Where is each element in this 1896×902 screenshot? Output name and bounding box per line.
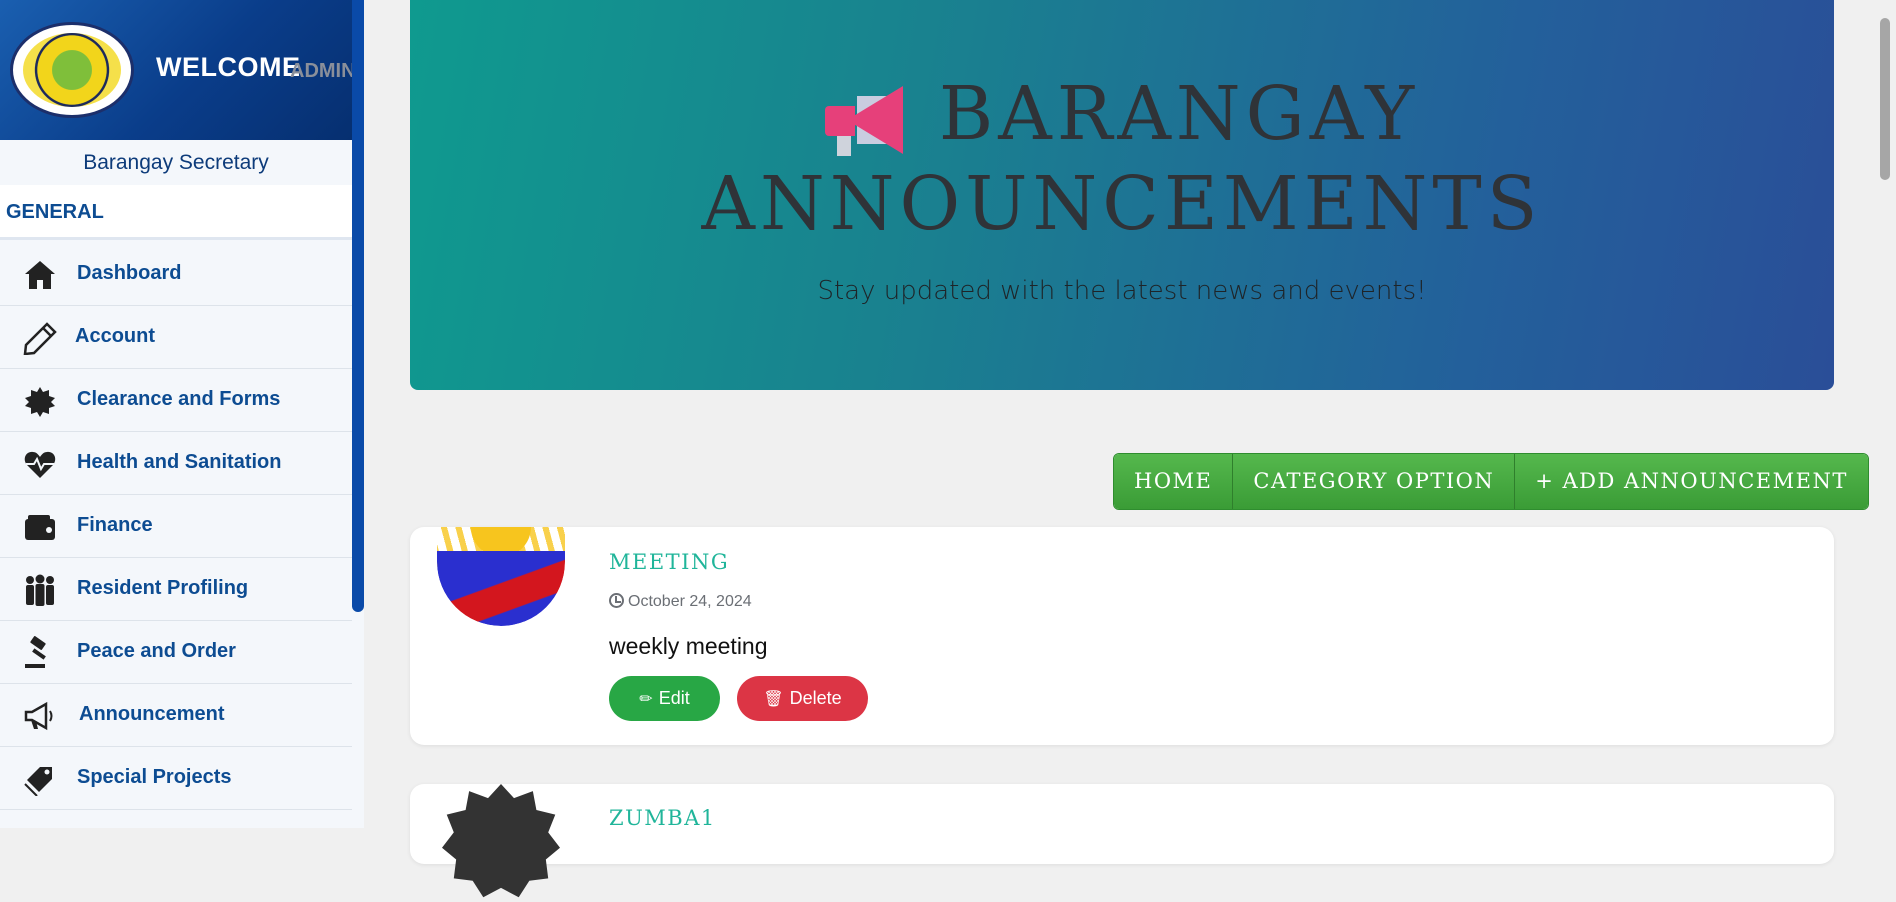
announcement-card: ZUMBA1 [410,784,1834,898]
home-button[interactable]: HOME [1114,454,1234,509]
add-announcement-button[interactable]: + ADD ANNOUNCEMENT [1515,454,1868,509]
barangay-seal-logo [10,22,134,118]
seal-logo [434,784,564,898]
wallet-icon [22,510,58,544]
sidebar-item-announcement[interactable]: Announcement [0,684,352,747]
edit-button[interactable]: ✏ Edit [609,676,720,721]
sidebar-header: WELCOME ADMIN [0,0,356,140]
sidebar-item-clearance-and-forms[interactable]: Clearance and Forms [0,369,352,432]
tags-icon [22,762,58,797]
gavel-icon [22,636,58,670]
megaphone-icon [824,80,909,160]
page-title: BARANGAY ANNOUNCEMENTS [701,71,1543,247]
sidebar-item-resident-profiling[interactable]: Resident Profiling [0,558,352,621]
category-option-button[interactable]: CATEGORY OPTION [1233,454,1516,509]
sidebar-item-finance[interactable]: Finance [0,495,352,558]
badge-icon [22,384,58,418]
sidebar-scrollbar[interactable] [352,0,364,612]
user-role: Barangay Secretary [83,151,269,174]
heart-pulse-icon [22,447,58,481]
sidebar-nav: Dashboard Account Clearance and Forms He… [0,243,352,810]
section-heading-general: GENERAL [0,185,352,240]
page-scrollbar-thumb[interactable] [1880,18,1890,180]
trash-icon: 🗑 [763,691,784,708]
announcement-title: MEETING [609,550,730,574]
megaphone-icon [22,699,58,733]
announcement-toolbar: HOME CATEGORY OPTION + ADD ANNOUNCEMENT [1113,453,1869,510]
sidebar-item-account[interactable]: Account [0,306,352,369]
welcome-admin-text: ADMIN [290,60,356,82]
announcement-date: October 24, 2024 [609,593,752,611]
sidebar-item-dashboard[interactable]: Dashboard [0,243,352,306]
sidebar: WELCOME ADMIN Barangay Secretary GENERAL… [0,0,364,828]
announcement-card: MEETING October 24, 2024 weekly meeting … [410,527,1834,745]
announcement-description: weekly meeting [609,633,768,659]
delete-button[interactable]: 🗑 Delete [737,676,868,721]
pencil-icon [22,321,58,356]
home-icon [22,258,58,292]
sidebar-item-peace-and-order[interactable]: Peace and Order [0,621,352,684]
sidebar-item-special-projects[interactable]: Special Projects [0,747,352,810]
welcome-text: WELCOME [156,52,301,82]
page-subtitle: Stay updated with the latest news and ev… [817,276,1427,306]
users-icon [22,573,58,607]
page-scrollbar[interactable] [1876,0,1896,828]
announcement-title: ZUMBA1 [609,806,716,830]
clock-icon [609,593,624,608]
sidebar-item-health-and-sanitation[interactable]: Health and Sanitation [0,432,352,495]
hero-banner: BARANGAY ANNOUNCEMENTS Stay updated with… [410,0,1834,390]
philippine-flag-logo [437,527,565,626]
pencil-icon: ✏ [639,691,653,708]
